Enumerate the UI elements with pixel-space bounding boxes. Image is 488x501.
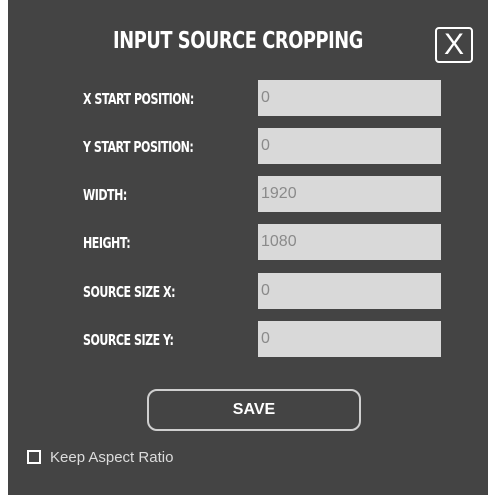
x-start-position-row: X START POSITION: [8, 80, 488, 116]
source-size-y-row: SOURCE SIZE Y: [8, 321, 488, 357]
width-label: WIDTH: [83, 186, 127, 204]
source-size-x-label: SOURCE SIZE X: [83, 283, 176, 301]
height-input[interactable] [258, 224, 441, 260]
x-start-position-input[interactable] [258, 80, 441, 116]
input-source-cropping-dialog: INPUT SOURCE CROPPING X X START POSITION… [8, 0, 488, 495]
y-start-position-label: Y START POSITION: [83, 138, 194, 156]
dialog-title: INPUT SOURCE CROPPING [113, 28, 363, 54]
width-input[interactable] [258, 176, 441, 212]
y-start-position-row: Y START POSITION: [8, 128, 488, 164]
height-row: HEIGHT: [8, 224, 488, 260]
source-size-x-input[interactable] [258, 273, 441, 309]
x-start-position-label: X START POSITION: [83, 90, 194, 108]
width-row: WIDTH: [8, 176, 488, 212]
height-label: HEIGHT: [83, 234, 131, 252]
source-size-y-label: SOURCE SIZE Y: [83, 331, 174, 349]
keep-aspect-ratio-option[interactable]: Keep Aspect Ratio [27, 448, 173, 466]
save-button[interactable]: SAVE [147, 389, 361, 431]
close-button[interactable]: X [435, 27, 473, 63]
keep-aspect-ratio-label: Keep Aspect Ratio [50, 448, 174, 466]
source-size-y-input[interactable] [258, 321, 441, 357]
y-start-position-input[interactable] [258, 128, 441, 164]
source-size-x-row: SOURCE SIZE X: [8, 273, 488, 309]
background-edge [0, 0, 8, 501]
keep-aspect-ratio-checkbox[interactable] [27, 450, 41, 464]
